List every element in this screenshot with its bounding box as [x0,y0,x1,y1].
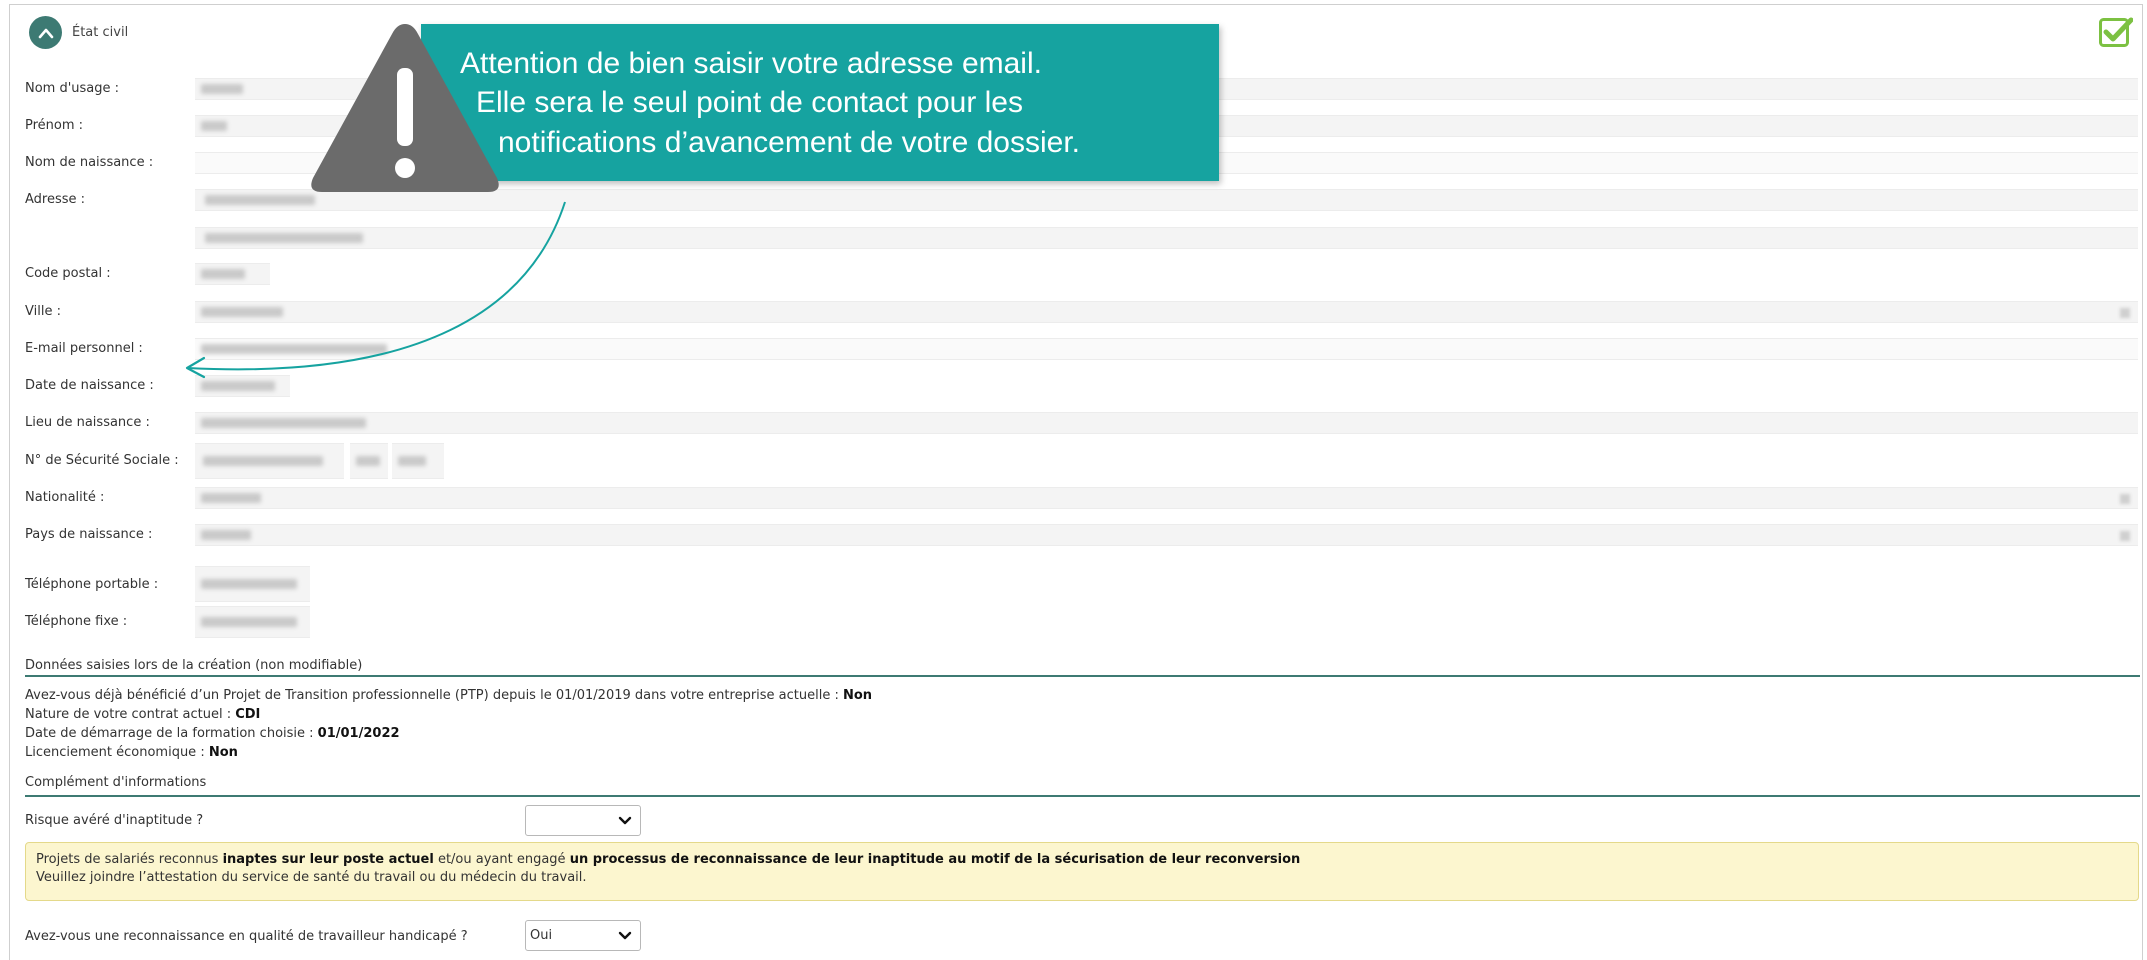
label-tel-portable: Téléphone portable : [25,577,159,592]
warning-icon [311,24,499,192]
inaptitude-select[interactable] [525,805,641,836]
notice-line-2: Veuillez joindre l’attestation du servic… [36,870,587,885]
email-warning-callout: Attention de bien saisir votre adresse e… [421,24,1219,181]
callout-line-1: Attention de bien saisir votre adresse e… [460,47,1042,80]
label-nationalite: Nationalité : [25,490,105,505]
callout-line-2: Elle sera le seul point de contact pour … [476,86,1023,119]
secu-key2-field[interactable] [392,443,444,479]
arrow-icon [185,201,566,379]
nationalite-select[interactable] [195,487,2138,509]
licenciement-info: Licenciement économique : Non [25,745,238,760]
chevron-up-icon [38,28,53,38]
chevron-down-icon [618,816,632,824]
section-header: État civil [29,16,128,49]
creation-divider [25,675,2140,677]
lieu-naissance-field[interactable] [195,412,2138,434]
checkmark-icon [2099,17,2133,47]
label-inaptitude: Risque avéré d'inaptitude ? [25,813,204,828]
tel-fixe-field[interactable] [195,606,310,638]
secu-key1-field[interactable] [350,443,388,479]
label-ville: Ville : [25,304,61,319]
collapse-button[interactable] [29,16,62,49]
label-prenom: Prénom : [25,118,84,133]
label-secu: N° de Sécurité Sociale : [25,453,179,468]
complement-divider [25,795,2140,797]
label-tel-fixe: Téléphone fixe : [25,614,128,629]
label-lieu-naissance: Lieu de naissance : [25,415,150,430]
handicap-value: Oui [530,928,553,943]
label-nom-usage: Nom d'usage : [25,81,120,96]
label-date-naissance: Date de naissance : [25,378,154,393]
secu-number-field[interactable] [195,443,344,479]
chevron-down-icon [618,931,632,939]
label-email: E-mail personnel : [25,341,143,356]
label-adresse: Adresse : [25,192,86,207]
contrat-info: Nature de votre contrat actuel : CDI [25,707,261,722]
inaptitude-notice: Projets de salariés reconnus inaptes sur… [25,842,2139,901]
pays-naissance-select[interactable] [195,524,2138,546]
section-title: État civil [72,25,129,40]
label-nom-naissance: Nom de naissance : [25,155,154,170]
callout-line-3: notifications d’avancement de votre doss… [498,126,1080,159]
label-pays-naissance: Pays de naissance : [25,527,153,542]
label-handicap: Avez-vous une reconnaissance en qualité … [25,929,468,944]
notice-line-1: Projets de salariés reconnus inaptes sur… [36,852,1301,867]
complement-section-title: Complément d'informations [25,775,207,790]
creation-section-title: Données saisies lors de la création (non… [25,658,363,673]
tel-portable-field[interactable] [195,566,310,602]
date-demarrage-info: Date de démarrage de la formation choisi… [25,726,400,741]
ptp-info: Avez-vous déjà bénéficié d’un Projet de … [25,688,873,703]
handicap-select[interactable]: Oui [525,920,641,951]
label-code-postal: Code postal : [25,266,111,281]
